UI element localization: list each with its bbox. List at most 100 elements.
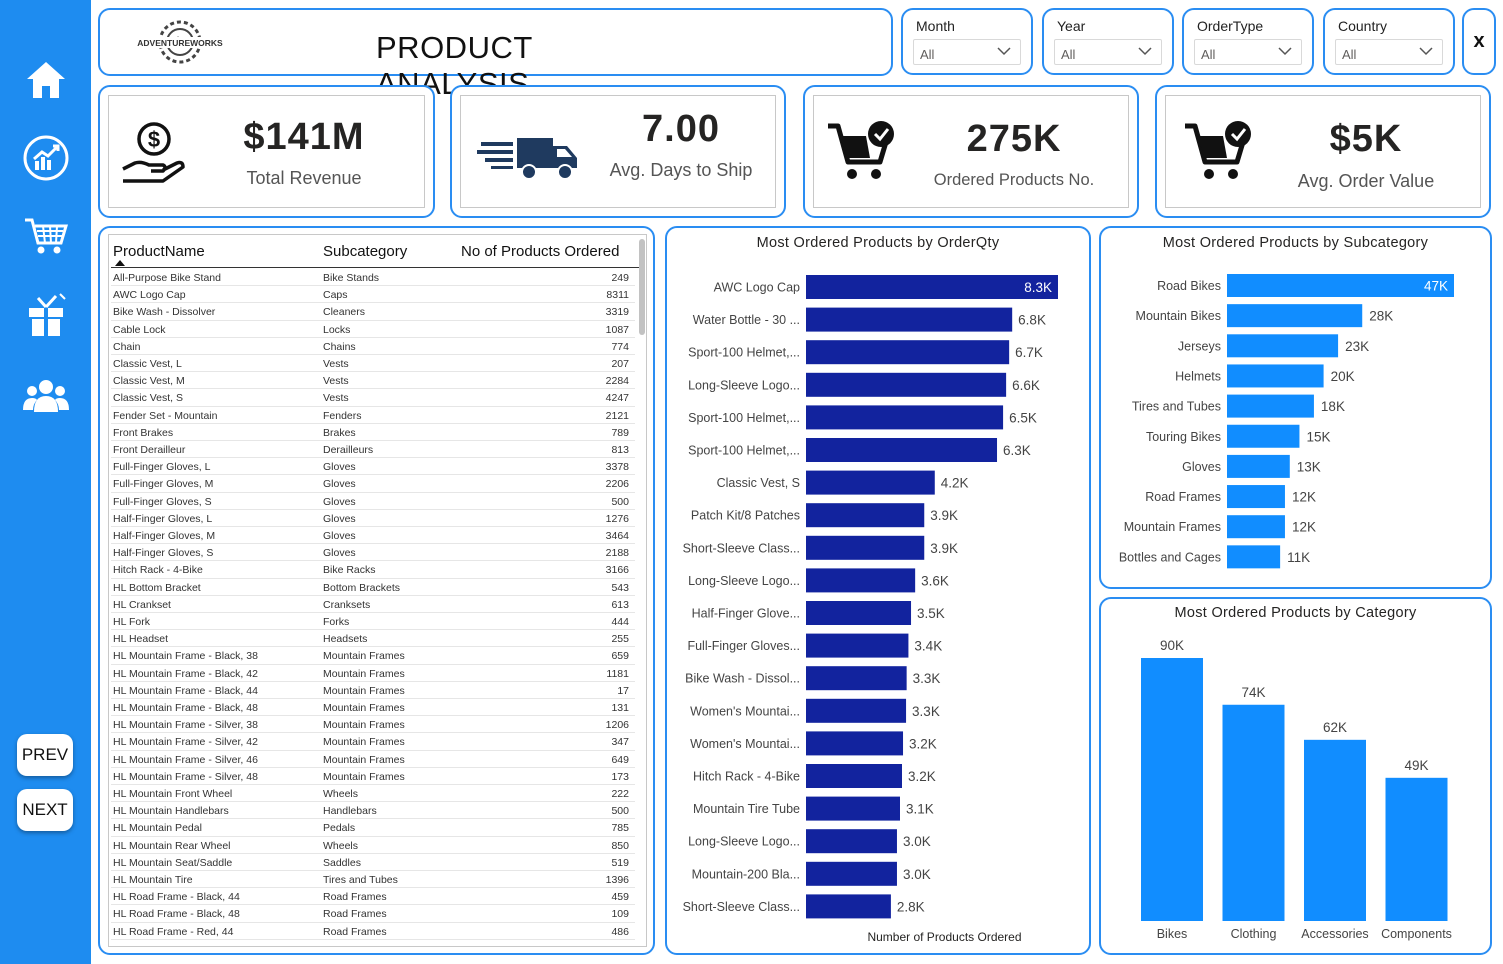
cell-productname: HL Mountain Seat/Saddle	[113, 856, 233, 869]
col-header-subcategory[interactable]: Subcategory	[323, 243, 407, 260]
people-icon[interactable]	[21, 371, 71, 421]
country-slicer[interactable]: Country All	[1323, 8, 1455, 75]
svg-text:$: $	[148, 127, 160, 152]
y-tick-label: Bottles and Cages	[1119, 550, 1221, 564]
data-label: 2.8K	[897, 899, 925, 914]
bar	[806, 861, 897, 886]
data-label: 62K	[1323, 720, 1347, 735]
country-dropdown[interactable]: All	[1335, 39, 1443, 65]
table-row[interactable]: HL Mountain Frame - Silver, 48 Mountain F…	[111, 768, 635, 785]
table-row[interactable]: Front Brakes Brakes 789	[111, 424, 635, 441]
table-row[interactable]: HL Fork Forks 444	[111, 613, 635, 631]
data-label: 13K	[1297, 459, 1321, 474]
sidebar: PREV NEXT	[0, 0, 91, 964]
data-label: 12K	[1292, 520, 1316, 535]
table-row[interactable]: HL Bottom Bracket Bottom Brackets 543	[111, 579, 635, 596]
cell-productname: AWC Logo Cap	[113, 289, 186, 302]
cell-products-ordered: 207	[611, 358, 629, 370]
y-tick-label: Patch Kit/8 Patches	[691, 509, 800, 523]
gift-icon[interactable]	[21, 290, 71, 340]
cell-subcategory: Cranksets	[323, 598, 371, 611]
ordertype-slicer[interactable]: OrderType All	[1182, 8, 1314, 75]
cell-products-ordered: 3166	[605, 564, 629, 577]
ordertype-dropdown[interactable]: All	[1194, 39, 1302, 65]
table-row[interactable]: HL Mountain Frame - Silver, 46 Mountain F…	[111, 751, 635, 768]
cart-icon[interactable]	[21, 211, 71, 261]
data-label: 6.7K	[1015, 345, 1043, 360]
table-row[interactable]: HL Road Frame - Black, 48 Road Frames 109	[111, 905, 635, 923]
total-revenue-value: $141M	[243, 116, 365, 158]
table-row[interactable]: HL Mountain Handlebars Handlebars 500	[111, 802, 635, 820]
cell-productname: HL Bottom Bracket	[113, 581, 201, 594]
table-row[interactable]: HL Crankset Cranksets 613	[111, 596, 635, 613]
y-tick-label: Hitch Rack - 4-Bike	[693, 770, 800, 784]
cell-products-ordered: 789	[611, 426, 629, 439]
y-tick-label: Jerseys	[1178, 339, 1221, 353]
cell-products-ordered: 347	[611, 736, 629, 749]
cell-subcategory: Handlebars	[323, 805, 377, 818]
table-row[interactable]: Half-Finger Gloves, S Gloves 2188	[111, 544, 635, 562]
table-row[interactable]: HL Mountain Tire Tires and Tubes 1396	[111, 871, 635, 889]
table-row[interactable]: Hitch Rack - 4-Bike Bike Racks 3166	[111, 561, 635, 579]
year-slicer-label: Year	[1057, 18, 1086, 34]
table-row[interactable]: HL Mountain Pedal Pedals 785	[111, 819, 635, 837]
table-row[interactable]: Classic Vest, M Vests 2284	[111, 372, 635, 390]
table-row[interactable]: Classic Vest, S Vests 4247	[111, 389, 635, 407]
table-row[interactable]: HL Road Frame - Red, 44 Road Frames 486	[111, 923, 635, 940]
table-row[interactable]: Full-Finger Gloves, M Gloves 2206	[111, 475, 635, 493]
table-scrollbar[interactable]	[639, 239, 645, 335]
table-row[interactable]: Full-Finger Gloves, S Gloves 500	[111, 493, 635, 510]
prev-button[interactable]: PREV	[17, 734, 73, 776]
dashboard: PREV NEXT ADVENTUREWORKS PRODUCT ANALYSI…	[0, 0, 1503, 964]
table-row[interactable]: HL Mountain Frame - Silver, 42 Mountain F…	[111, 733, 635, 751]
clear-filters-button[interactable]: x	[1462, 8, 1496, 75]
col-header-productname[interactable]: ProductName	[113, 243, 205, 260]
home-icon[interactable]	[21, 55, 71, 105]
table-row[interactable]: AWC Logo Cap Caps 8311	[111, 286, 635, 304]
table-row[interactable]: Cable Lock Locks 1087	[111, 321, 635, 338]
table-row[interactable]: Half-Finger Gloves, L Gloves 1276	[111, 510, 635, 527]
table-row[interactable]: HL Mountain Frame - Black, 42 Mountain Fr…	[111, 665, 635, 682]
table-row[interactable]: Bike Wash - Dissolver Cleaners 3319	[111, 303, 635, 321]
cell-productname: Full-Finger Gloves, M	[113, 478, 214, 491]
table-row[interactable]: Chain Chains 774	[111, 338, 635, 355]
table-row[interactable]: Full-Finger Gloves, L Gloves 3378	[111, 458, 635, 476]
bar	[806, 340, 1010, 365]
table-row[interactable]: HL Mountain Frame - Black, 48 Mountain Fr…	[111, 699, 635, 717]
table-row[interactable]: Front Derailleur Derailleurs 813	[111, 441, 635, 459]
cell-productname: HL Mountain Pedal	[113, 822, 202, 835]
table-row[interactable]: HL Headset Headsets 255	[111, 630, 635, 648]
cell-productname: Classic Vest, L	[113, 358, 182, 370]
logo-text: ADVENTUREWORKS	[137, 38, 223, 48]
table-row[interactable]: Half-Finger Gloves, M Gloves 3464	[111, 527, 635, 545]
data-label: 3.2K	[908, 769, 936, 784]
table-row[interactable]: HL Mountain Seat/Saddle Saddles 519	[111, 854, 635, 871]
cell-products-ordered: 8311	[606, 289, 629, 302]
table-row[interactable]: Fender Set - Mountain Fenders 2121	[111, 407, 635, 424]
cell-subcategory: Locks	[323, 323, 351, 336]
table-row[interactable]: All-Purpose Bike Stand Bike Stands 249	[111, 269, 635, 287]
cell-productname: HL Mountain Frame - Silver, 38	[113, 719, 258, 732]
table-row[interactable]: HL Mountain Front Wheel Wheels 222	[111, 785, 635, 803]
revenue-chart-icon[interactable]	[21, 133, 71, 183]
year-dropdown[interactable]: All	[1054, 39, 1162, 65]
table-row[interactable]: HL Mountain Rear Wheel Wheels 850	[111, 837, 635, 854]
table-row[interactable]: HL Mountain Frame - Silver, 38 Mountain F…	[111, 716, 635, 734]
cell-subcategory: Forks	[323, 616, 350, 628]
table-row[interactable]: HL Road Frame - Black, 44 Road Frames 459	[111, 888, 635, 906]
next-button[interactable]: NEXT	[17, 789, 73, 831]
bar	[806, 698, 907, 723]
month-slicer[interactable]: Month All	[901, 8, 1033, 75]
year-slicer[interactable]: Year All	[1042, 8, 1174, 75]
chevron-down-icon	[1278, 47, 1292, 56]
col-header-products-ordered[interactable]: No of Products Ordered	[461, 243, 619, 260]
month-dropdown[interactable]: All	[913, 39, 1021, 65]
cell-products-ordered: 17	[617, 684, 629, 697]
y-tick-label: Mountain Bikes	[1136, 309, 1221, 323]
sort-ascending-icon[interactable]	[114, 259, 126, 267]
table-row[interactable]: HL Mountain Frame - Black, 44 Mountain Fr…	[111, 682, 635, 699]
cell-subcategory: Fenders	[323, 409, 362, 422]
table-row[interactable]: Classic Vest, L Vests 207	[111, 355, 635, 373]
table-row[interactable]: HL Mountain Frame - Black, 38 Mountain Fr…	[111, 647, 635, 665]
cell-productname: HL Mountain Frame - Silver, 42	[113, 736, 258, 749]
